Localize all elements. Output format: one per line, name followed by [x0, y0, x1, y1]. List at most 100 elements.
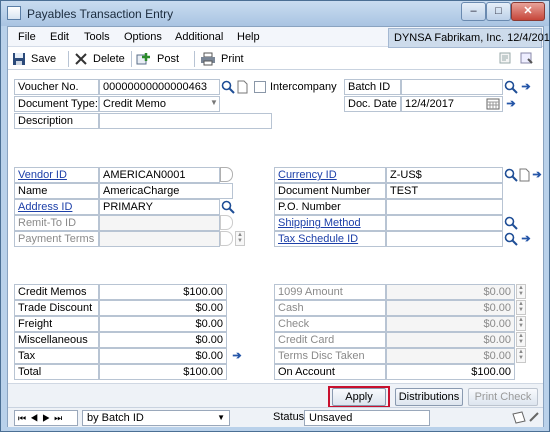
vendor-expansion-button[interactable] — [220, 167, 233, 182]
voucher-label: Voucher No. — [14, 79, 99, 95]
payables-transaction-entry-window: Payables Transaction Entry – □ ✕ File Ed… — [0, 0, 550, 432]
print-button[interactable]: Print — [200, 51, 244, 67]
trade-discount-amount[interactable]: $0.00 — [99, 300, 227, 316]
on-account-label: On Account — [274, 364, 386, 380]
arrow-right-icon[interactable]: ➔ — [519, 232, 533, 246]
remit-expansion-button — [220, 215, 233, 230]
printer-icon — [201, 52, 215, 66]
credit-memos-amount[interactable]: $100.00 — [99, 284, 227, 300]
help-icon[interactable] — [528, 411, 540, 425]
document-type-select[interactable]: Credit Memo — [99, 96, 220, 112]
window-icon — [7, 6, 21, 20]
calendar-icon[interactable] — [486, 97, 500, 111]
voucher-number-field[interactable]: 00000000000000463 — [99, 79, 220, 95]
tax-amount[interactable]: $0.00 — [99, 348, 227, 364]
menu-help[interactable]: Help — [237, 31, 260, 43]
tax-schedule-field[interactable] — [386, 231, 503, 247]
next-record-icon[interactable]: ▶ — [42, 413, 54, 423]
terms-disc-spinner: ▲ ▼ — [516, 348, 526, 363]
maximize-button[interactable]: □ — [486, 2, 511, 21]
print-label: Print — [221, 53, 244, 65]
document-number-field[interactable]: TEST — [386, 183, 503, 199]
new-document-icon[interactable] — [517, 168, 531, 182]
note-icon[interactable] — [511, 411, 527, 425]
status-value: Unsaved — [304, 410, 430, 426]
total-label: Total — [14, 364, 99, 380]
terms-disc-taken-label: Terms Disc Taken — [274, 348, 386, 364]
description-field[interactable] — [99, 113, 272, 129]
title-bar: Payables Transaction Entry – □ ✕ — [1, 1, 549, 26]
delete-button[interactable]: Delete — [74, 51, 125, 67]
menu-additional[interactable]: Additional — [175, 31, 223, 43]
arrow-right-icon[interactable]: ➔ — [504, 97, 518, 111]
new-document-icon[interactable] — [235, 80, 249, 94]
apply-button[interactable]: Apply — [332, 388, 386, 406]
address-id-link[interactable]: Address ID — [14, 199, 99, 215]
batch-id-field[interactable] — [401, 79, 503, 95]
freight-amount[interactable]: $0.00 — [99, 316, 227, 332]
check-label: Check — [274, 316, 386, 332]
menu-edit[interactable]: Edit — [50, 31, 69, 43]
shipping-method-link[interactable]: Shipping Method — [274, 215, 386, 231]
menu-file[interactable]: File — [18, 31, 36, 43]
vendor-id-link[interactable]: Vendor ID — [14, 167, 99, 183]
browse-by-value: by Batch ID — [87, 412, 144, 424]
status-label: Status — [273, 411, 305, 423]
po-number-field[interactable] — [386, 199, 503, 215]
note-icon[interactable] — [497, 51, 513, 65]
document-type-label: Document Type: — [14, 96, 99, 112]
vendor-name-field[interactable]: AmericaCharge — [99, 183, 233, 199]
tax-schedule-link[interactable]: Tax Schedule ID — [274, 231, 386, 247]
distributions-button[interactable]: Distributions — [395, 388, 463, 406]
total-amount: $100.00 — [99, 364, 227, 380]
chevron-down-icon: ▼ — [210, 98, 218, 107]
currency-id-link[interactable]: Currency ID — [274, 167, 386, 183]
save-button[interactable]: Save — [12, 51, 56, 67]
toolbar: Save Delete Post Print — [8, 48, 543, 70]
doc-date-label: Doc. Date — [344, 96, 401, 112]
terms-spinner: ▲ ▼ — [235, 231, 245, 246]
po-number-label: P.O. Number — [274, 199, 386, 215]
cash-amount: $0.00 — [386, 300, 515, 316]
browse-by-select[interactable]: by Batch ID ▼ — [82, 410, 230, 426]
first-record-icon[interactable]: ⏮ — [18, 413, 30, 423]
lookup-icon[interactable] — [504, 80, 518, 94]
intercompany-checkbox[interactable] — [254, 81, 266, 93]
credit-card-label: Credit Card — [274, 332, 386, 348]
vendor-id-field[interactable]: AMERICAN0001 — [99, 167, 220, 183]
lookup-icon[interactable] — [221, 200, 235, 214]
cash-label: Cash — [274, 300, 386, 316]
lookup-icon[interactable] — [504, 168, 518, 182]
check-spinner: ▲ ▼ — [516, 316, 526, 331]
terms-disc-taken-amount: $0.00 — [386, 348, 515, 364]
help-icon[interactable] — [519, 51, 535, 65]
name-label: Name — [14, 183, 99, 199]
remit-to-field — [99, 215, 220, 231]
menu-options[interactable]: Options — [124, 31, 162, 43]
minimize-button[interactable]: – — [461, 2, 486, 21]
toolbar-separator — [131, 51, 132, 67]
lookup-icon[interactable] — [504, 232, 518, 246]
address-id-field[interactable]: PRIMARY — [99, 199, 220, 215]
previous-record-icon[interactable]: ◀ — [30, 413, 42, 423]
arrow-right-icon[interactable]: ➔ — [519, 80, 533, 94]
tax-arrow-icon[interactable]: ➔ — [230, 349, 244, 363]
status-bar: ⏮◀▶⏭ by Batch ID ▼ Status Unsaved — [8, 407, 543, 427]
shipping-method-field[interactable] — [386, 215, 503, 231]
last-record-icon[interactable]: ⏭ — [54, 413, 66, 423]
intercompany-label: Intercompany — [270, 81, 337, 93]
arrow-right-icon[interactable]: ➔ — [530, 168, 544, 182]
1099-spinner: ▲ ▼ — [516, 284, 526, 299]
batch-id-label: Batch ID — [344, 79, 401, 95]
toolbar-separator — [68, 51, 69, 67]
close-button[interactable]: ✕ — [511, 2, 545, 21]
menu-tools[interactable]: Tools — [84, 31, 110, 43]
lookup-icon[interactable] — [221, 80, 235, 94]
post-button[interactable]: Post — [136, 51, 179, 67]
miscellaneous-amount[interactable]: $0.00 — [99, 332, 227, 348]
lookup-icon[interactable] — [504, 216, 518, 230]
currency-id-field[interactable]: Z-US$ — [386, 167, 503, 183]
description-label: Description — [14, 113, 99, 129]
company-date-banner: DYNSA Fabrikam, Inc. 12/4/2017 — [388, 28, 550, 48]
trade-discount-label: Trade Discount — [14, 300, 99, 316]
